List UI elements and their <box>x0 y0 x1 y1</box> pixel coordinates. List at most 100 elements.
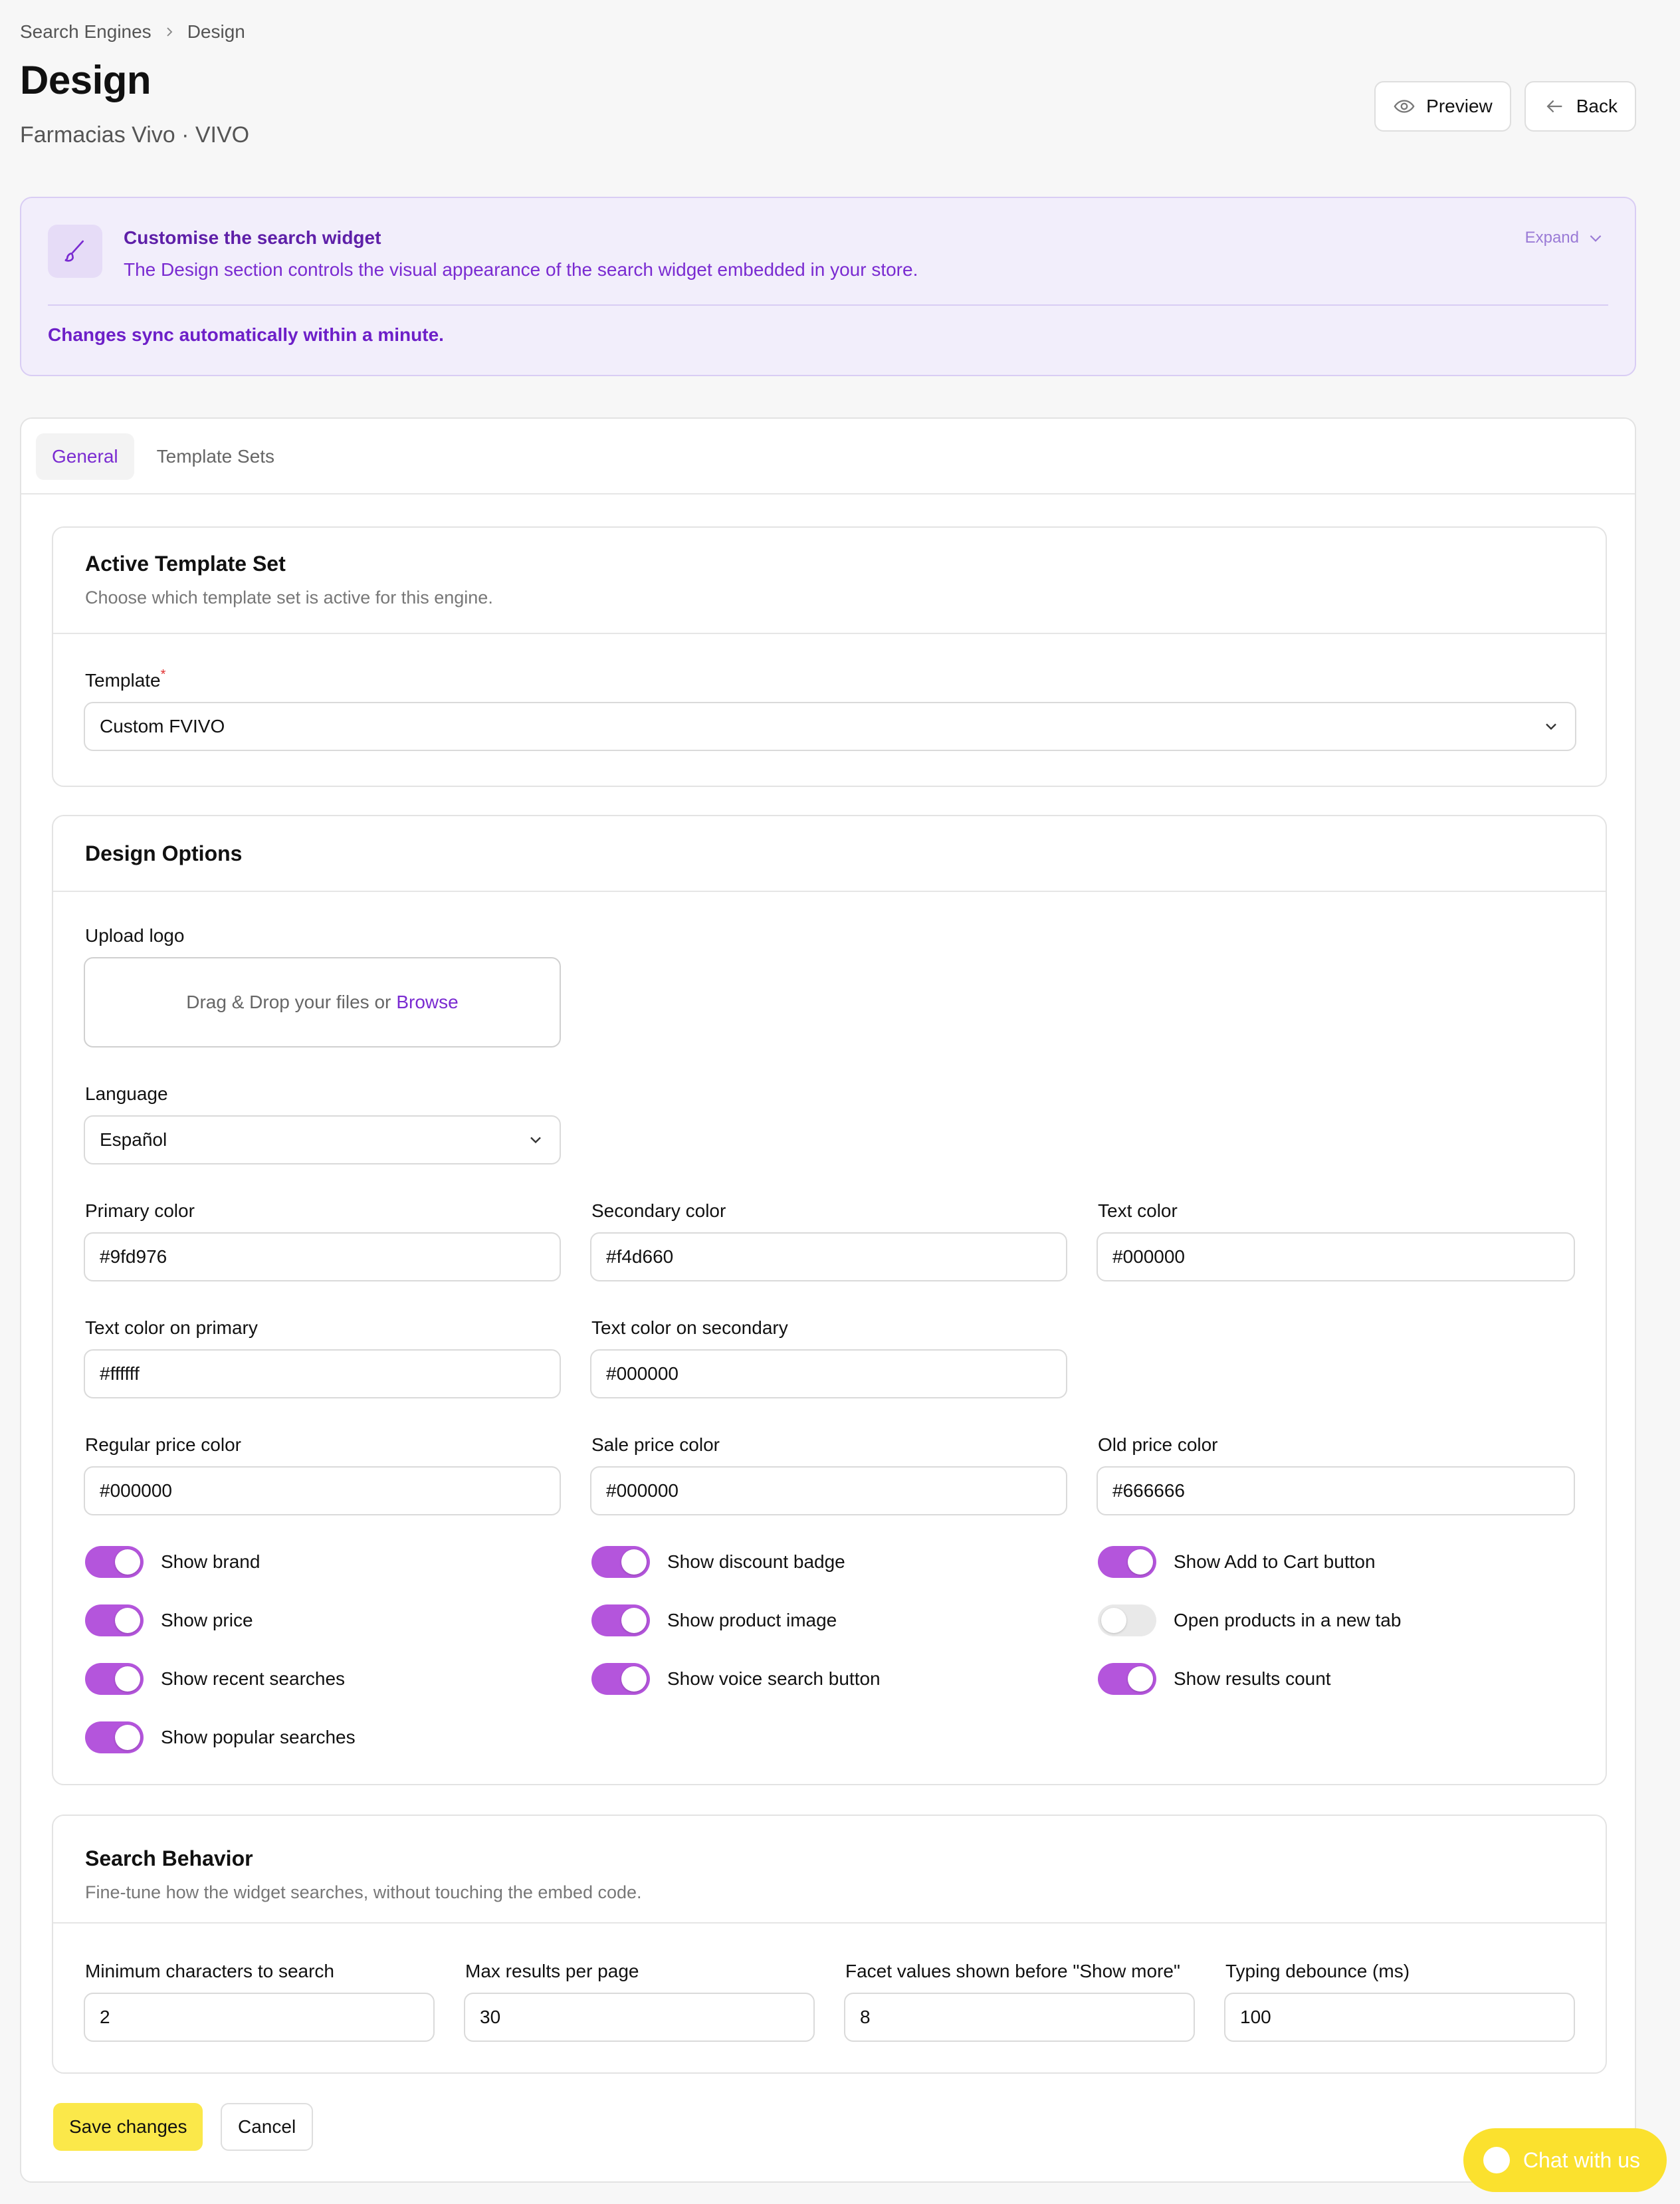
active-template-section: Active Template Set Choose which templat… <box>52 526 1607 787</box>
eye-icon <box>1394 100 1415 113</box>
toggle-show-recent-searches[interactable]: Show recent searches <box>85 1663 345 1695</box>
tabs-divider <box>21 493 1635 495</box>
active-template-heading: Active Template Set <box>85 552 286 576</box>
toggle-show-product-image[interactable]: Show product image <box>591 1604 837 1636</box>
text-on-primary-input[interactable]: #ffffff <box>84 1349 561 1398</box>
debounce-label: Typing debounce (ms) <box>1225 1961 1410 1981</box>
template-select[interactable]: Custom FVIVO <box>84 702 1576 751</box>
min-chars-input[interactable]: 2 <box>84 1993 435 2042</box>
sale-price-color-input[interactable]: #000000 <box>590 1466 1067 1515</box>
toggle-label: Show discount badge <box>667 1551 845 1572</box>
save-changes-button[interactable]: Save changes <box>53 2103 203 2151</box>
max-results-input[interactable]: 30 <box>464 1993 815 2042</box>
tab-template-sets[interactable]: Template Sets <box>141 433 290 480</box>
secondary-color-input[interactable]: #f4d660 <box>590 1232 1067 1281</box>
breadcrumb-search-engines[interactable]: Search Engines <box>20 21 152 43</box>
toggle-label: Show popular searches <box>161 1727 356 1747</box>
toggle-label: Show recent searches <box>161 1668 346 1689</box>
breadcrumb: Search Engines Design <box>20 21 245 43</box>
section-divider <box>53 891 1606 892</box>
design-card: General Template Sets Active Template Se… <box>20 417 1636 2183</box>
breadcrumb-current: Design <box>187 21 245 42</box>
toggle-label: Show results count <box>1174 1668 1331 1689</box>
toggle-label: Show brand <box>161 1551 261 1572</box>
browse-link[interactable]: Browse <box>396 992 458 1013</box>
info-divider <box>48 304 1608 306</box>
toggle-show-price[interactable]: Show price <box>85 1604 253 1636</box>
back-button[interactable]: Back <box>1524 81 1636 132</box>
toggle-switch[interactable] <box>1098 1663 1156 1695</box>
toggle-switch[interactable] <box>591 1546 650 1578</box>
toggle-switch[interactable] <box>591 1663 650 1695</box>
regular-price-color-label: Regular price color <box>85 1434 241 1455</box>
old-price-color-input[interactable]: #666666 <box>1097 1466 1575 1515</box>
brush-icon <box>48 225 102 278</box>
text-color-label: Text color <box>1098 1200 1178 1221</box>
chevron-down-icon <box>1590 235 1602 242</box>
toggle-switch[interactable] <box>85 1604 144 1636</box>
chat-bubble-icon <box>1483 2147 1510 2173</box>
toggle-label: Show price <box>161 1610 253 1630</box>
template-label: Template* <box>85 667 166 691</box>
tab-bar: General Template Sets <box>36 433 290 480</box>
text-on-secondary-label: Text color on secondary <box>591 1317 788 1338</box>
chevron-down-icon <box>530 1137 541 1144</box>
toggle-show-voice-search[interactable]: Show voice search button <box>591 1663 881 1695</box>
regular-price-color-input[interactable]: #000000 <box>84 1466 561 1515</box>
old-price-color-label: Old price color <box>1098 1434 1218 1455</box>
primary-color-label: Primary color <box>85 1200 195 1221</box>
text-on-secondary-input[interactable]: #000000 <box>590 1349 1067 1398</box>
sale-price-color-label: Sale price color <box>591 1434 720 1455</box>
section-divider <box>53 633 1606 634</box>
toggle-switch[interactable] <box>591 1604 650 1636</box>
facet-values-input[interactable]: 8 <box>844 1993 1195 2042</box>
debounce-input[interactable]: 100 <box>1224 1993 1575 2042</box>
search-behavior-heading: Search Behavior <box>85 1846 253 1870</box>
language-select[interactable]: Español <box>84 1115 561 1164</box>
toggle-show-add-to-cart[interactable]: Show Add to Cart button <box>1098 1546 1376 1578</box>
design-options-section: Design Options Upload logo Drag & Drop y… <box>52 815 1607 1785</box>
dropzone-text: Drag & Drop your files or <box>186 992 391 1012</box>
arrow-left-icon <box>1546 100 1562 113</box>
language-label: Language <box>85 1083 168 1104</box>
toggle-switch[interactable] <box>85 1663 144 1695</box>
toggle-switch[interactable] <box>85 1721 144 1753</box>
preview-label: Preview <box>1426 96 1493 116</box>
toggle-show-discount-badge[interactable]: Show discount badge <box>591 1546 845 1578</box>
chat-with-us-button[interactable]: Chat with us <box>1463 2128 1667 2192</box>
tab-general[interactable]: General <box>36 433 134 480</box>
primary-color-input[interactable]: #9fd976 <box>84 1232 561 1281</box>
active-template-description: Choose which template set is active for … <box>85 588 493 607</box>
max-results-label: Max results per page <box>465 1961 639 1981</box>
upload-logo-label: Upload logo <box>85 925 185 946</box>
logo-dropzone[interactable]: Drag & Drop your files or Browse <box>84 957 561 1047</box>
info-description: The Design section controls the visual a… <box>124 259 918 280</box>
language-select-value: Español <box>100 1129 167 1150</box>
toggle-switch[interactable] <box>85 1546 144 1578</box>
secondary-color-label: Secondary color <box>591 1200 726 1221</box>
search-behavior-description: Fine-tune how the widget searches, witho… <box>85 1882 642 1902</box>
text-on-primary-label: Text color on primary <box>85 1317 258 1338</box>
min-chars-label: Minimum characters to search <box>85 1961 335 1981</box>
chat-label: Chat with us <box>1522 2148 1640 2172</box>
toggle-switch[interactable] <box>1098 1604 1156 1636</box>
toggle-show-results-count[interactable]: Show results count <box>1098 1663 1331 1695</box>
cancel-button[interactable]: Cancel <box>221 2103 314 2151</box>
text-color-input[interactable]: #000000 <box>1097 1232 1575 1281</box>
toggle-label: Show product image <box>667 1610 837 1630</box>
toggle-open-new-tab[interactable]: Open products in a new tab <box>1098 1604 1401 1636</box>
template-select-value: Custom FVIVO <box>100 716 225 736</box>
toggle-show-brand[interactable]: Show brand <box>85 1546 260 1578</box>
required-mark: * <box>160 667 166 682</box>
toggle-switch[interactable] <box>1098 1546 1156 1578</box>
search-behavior-section: Search Behavior Fine-tune how the widget… <box>52 1815 1607 2074</box>
facet-values-label: Facet values shown before "Show more" <box>845 1961 1180 1981</box>
section-divider <box>53 1922 1606 1924</box>
chevron-right-icon <box>167 27 173 37</box>
toggle-show-popular-searches[interactable]: Show popular searches <box>85 1721 356 1753</box>
expand-toggle[interactable]: Expand <box>1525 229 1604 247</box>
back-label: Back <box>1576 96 1618 116</box>
toggle-label: Show voice search button <box>667 1668 881 1689</box>
preview-button[interactable]: Preview <box>1374 81 1511 132</box>
info-panel: Customise the search widget The Design s… <box>20 197 1636 376</box>
